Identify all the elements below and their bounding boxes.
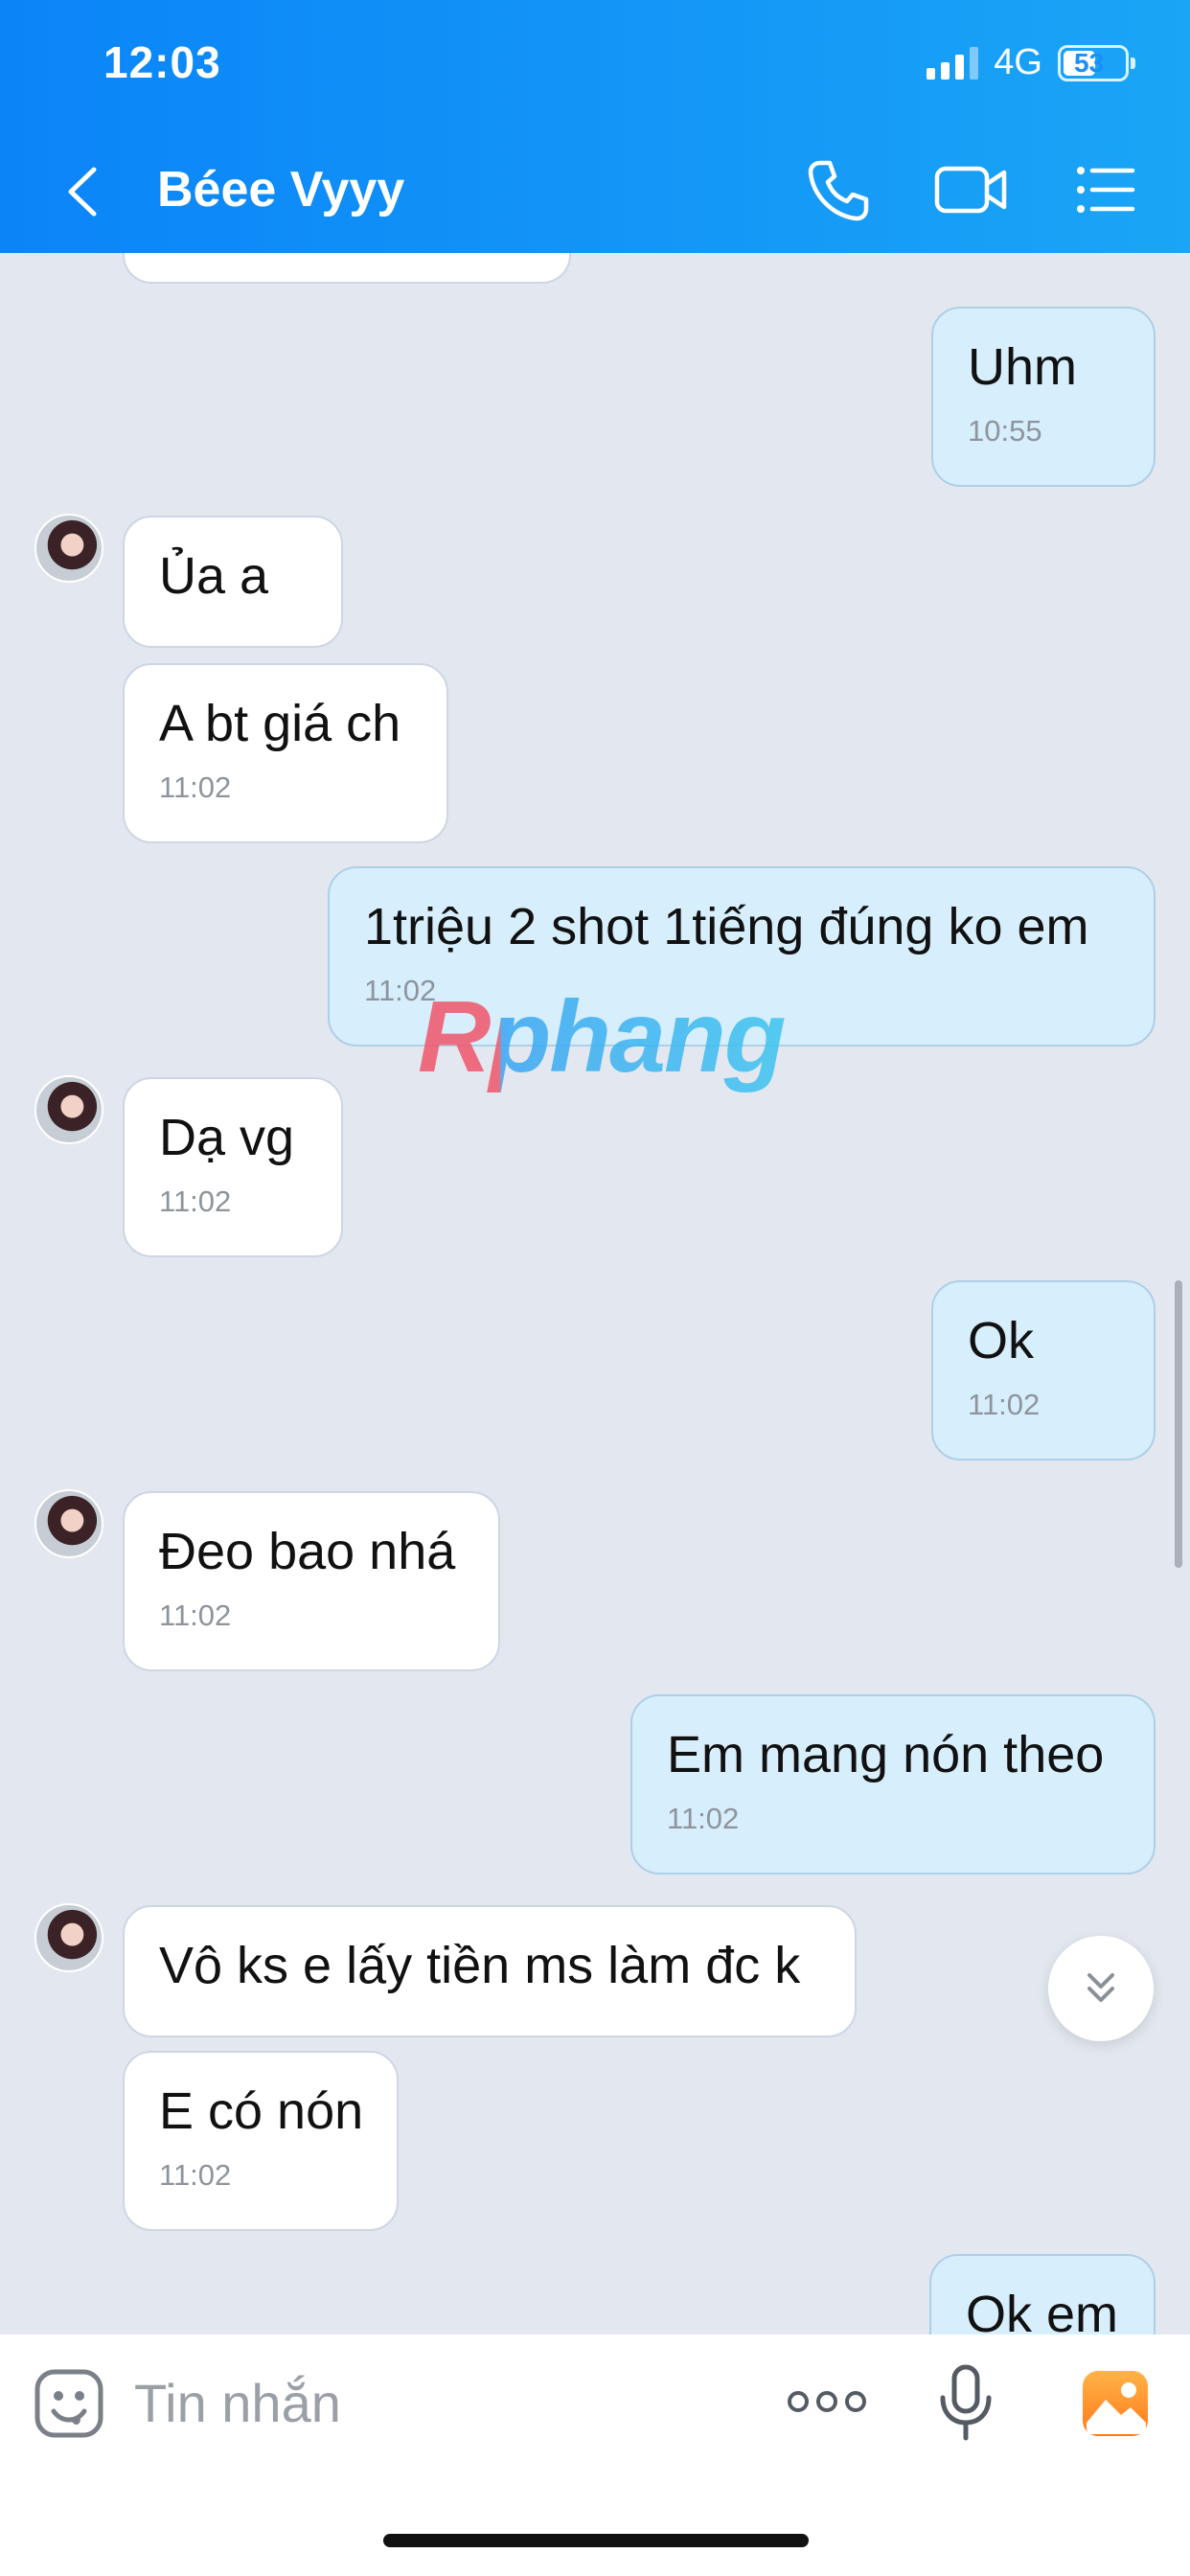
phone-icon [808,160,869,221]
more-options-button[interactable] [786,2382,868,2421]
scroll-to-bottom-button[interactable] [1048,1936,1154,2041]
message-input[interactable] [134,2369,728,2436]
message-text: Đeo bao nhá [159,1523,456,1580]
photo-button[interactable] [1079,2367,1152,2440]
video-call-button[interactable] [933,155,1010,224]
message-bubble-incoming[interactable]: Ủa a [123,516,343,648]
scrollbar[interactable] [1175,1280,1182,1568]
message-time: 11:02 [159,1184,232,1218]
video-camera-icon [934,166,1007,214]
message-bubble-outgoing[interactable]: Em mang nón theo 11:02 [630,1694,1156,1874]
sticker-button[interactable] [33,2367,105,2440]
message-bubble-incoming[interactable]: Vô ks e lấy tiền ms làm đc k [123,1905,857,2037]
contact-avatar[interactable] [34,1903,103,1972]
status-time: 12:03 [103,37,221,87]
message-text: E có nón [159,2082,364,2140]
message-time: 11:02 [968,1388,1041,1421]
message-text: Dạ vg [159,1109,295,1166]
message-time: 10:55 [968,414,1042,448]
double-chevron-down-icon [1087,1973,1114,2002]
message-text: A bt giá ch [159,695,401,752]
message-text: 1triệu 2 shot 1tiếng đúng ko em [364,898,1089,955]
message-time: 11:02 [159,1598,232,1632]
message-bubble-incoming[interactable]: Đeo bao nhá 11:02 [123,1491,500,1671]
emoji-icon [34,2369,103,2438]
message-text: Uhm [968,338,1078,396]
voice-message-button[interactable] [937,2363,995,2442]
chat-options-button[interactable] [1071,155,1140,224]
message-text: Ủa a [159,547,269,605]
message-bubble-incoming[interactable]: A bt giá ch 11:02 [123,663,448,843]
microphone-icon [940,2364,992,2441]
message-bubble-partial[interactable] [123,253,571,284]
home-indicator [383,2534,809,2547]
more-dots-icon [788,2391,866,2412]
message-bubble-outgoing[interactable]: Ok em [929,2254,1156,2334]
chevron-left-icon [68,167,97,217]
message-text: Vô ks e lấy tiền ms làm đc k [159,1937,801,1994]
back-button[interactable] [57,158,111,225]
message-time: 11:02 [159,770,232,804]
chat-title[interactable]: Béee Vyyy [157,161,404,218]
watermark-logo: Rphang [418,980,786,1093]
message-bubble-incoming[interactable]: E có nón 11:02 [123,2051,399,2231]
network-type: 4G [994,42,1042,82]
message-text: Ok em [966,2286,1119,2334]
message-bubble-outgoing[interactable]: Uhm 10:55 [931,307,1156,487]
message-time: 11:02 [667,1802,740,1835]
status-indicators: 4G 53 [927,42,1135,83]
battery-percent: 53 [1074,47,1105,78]
voice-call-button[interactable] [803,155,872,224]
contact-avatar[interactable] [34,514,103,583]
chat-header: 12:03 4G 53 Béee Vyyy [0,0,1190,253]
message-bubble-incoming[interactable]: Dạ vg 11:02 [123,1077,343,1257]
list-menu-icon [1077,167,1135,213]
battery-icon: 53 [1058,44,1135,81]
message-bubble-outgoing[interactable]: Ok 11:02 [931,1280,1156,1460]
message-text: Ok [968,1312,1035,1369]
photo-gallery-icon [1083,2371,1148,2436]
message-text: Em mang nón theo [667,1726,1105,1783]
contact-avatar[interactable] [34,1075,103,1144]
contact-avatar[interactable] [34,1489,103,1558]
message-time: 11:02 [159,2158,232,2192]
signal-icon [927,46,979,80]
message-list[interactable]: Uhm 10:55 Ủa a A bt giá ch 11:02 1triệu … [0,253,1190,2334]
